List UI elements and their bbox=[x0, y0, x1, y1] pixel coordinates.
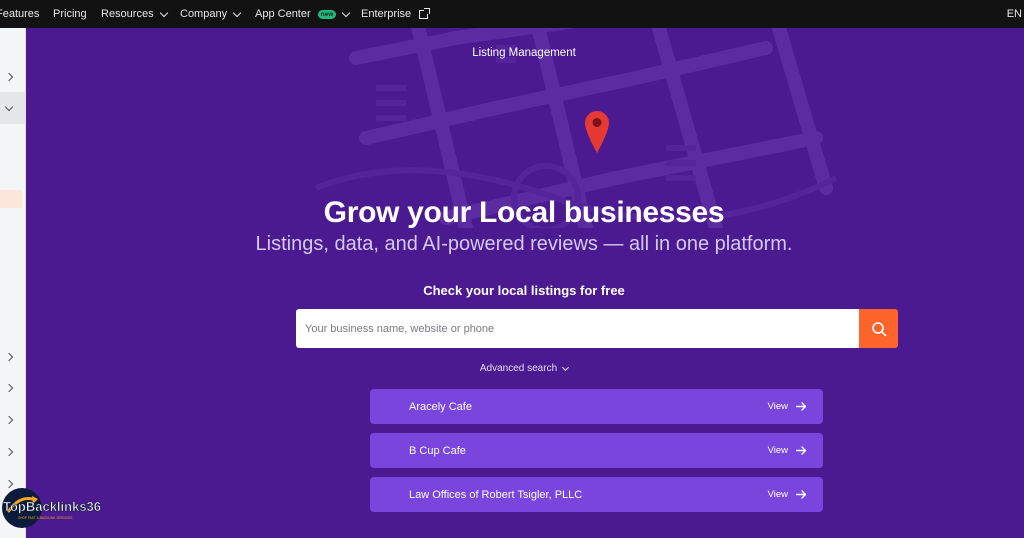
hero-section: Listing Management Grow your Local busin… bbox=[26, 28, 1024, 538]
page-title: Grow your Local businesses bbox=[323, 196, 725, 229]
result-name: Law Offices of Robert Tsigler, PLLC bbox=[409, 488, 583, 501]
map-pin-icon bbox=[585, 111, 609, 153]
advanced-search-toggle[interactable]: Advanced search bbox=[26, 363, 1024, 374]
external-link-icon bbox=[419, 7, 431, 19]
new-badge: new bbox=[317, 9, 337, 19]
sidebar bbox=[0, 28, 26, 538]
sidebar-highlight bbox=[0, 190, 22, 208]
arrow-right-icon bbox=[796, 490, 807, 499]
chevron-down-icon bbox=[562, 363, 570, 371]
search-bar bbox=[296, 309, 898, 348]
svg-text:TopBacklinks360: TopBacklinks360 bbox=[3, 499, 100, 514]
arrow-right-icon bbox=[796, 402, 807, 411]
chevron-down-icon bbox=[342, 8, 351, 17]
view-link[interactable]: View bbox=[768, 489, 807, 500]
chevron-right-icon[interactable] bbox=[4, 352, 14, 362]
nav-features[interactable]: Features bbox=[0, 8, 39, 20]
svg-text:SHOP FAST & BACKLINK SERVICES: SHOP FAST & BACKLINK SERVICES bbox=[18, 516, 72, 520]
page-subtitle: Listings, data, and AI-powered reviews —… bbox=[255, 233, 793, 255]
result-item[interactable]: Law Offices of Robert Tsigler, PLLC View bbox=[370, 477, 823, 512]
result-item[interactable]: Aracely Cafe View bbox=[370, 389, 823, 424]
top-nav: Features Pricing Resources Company App C… bbox=[0, 0, 1024, 28]
arrow-right-icon bbox=[796, 446, 807, 455]
chevron-right-icon[interactable] bbox=[4, 383, 14, 393]
view-link[interactable]: View bbox=[768, 445, 807, 456]
search-icon bbox=[871, 321, 886, 336]
business-search-input[interactable] bbox=[296, 309, 859, 348]
results-list: Aracely Cafe View B Cup Cafe View Law Of… bbox=[370, 389, 823, 521]
sidebar-item-active[interactable] bbox=[0, 92, 26, 124]
nav-enterprise[interactable]: Enterprise bbox=[361, 7, 431, 20]
result-item[interactable]: B Cup Cafe View bbox=[370, 433, 823, 468]
chevron-right-icon[interactable] bbox=[4, 447, 14, 457]
view-link[interactable]: View bbox=[768, 401, 807, 412]
result-name: B Cup Cafe bbox=[409, 444, 466, 457]
watermark-logo: TopBacklinks360 SHOP FAST & BACKLINK SER… bbox=[2, 488, 100, 528]
nav-resources[interactable]: Resources bbox=[101, 8, 168, 20]
chevron-right-icon[interactable] bbox=[4, 72, 14, 82]
nav-app-center[interactable]: App Center new bbox=[255, 8, 351, 20]
chevron-down-icon bbox=[232, 8, 242, 17]
nav-company[interactable]: Company bbox=[180, 8, 242, 20]
result-name: Aracely Cafe bbox=[409, 400, 472, 413]
search-button[interactable] bbox=[859, 309, 898, 348]
nav-pricing[interactable]: Pricing bbox=[53, 8, 87, 20]
search-prompt: Check your local listings for free bbox=[423, 283, 625, 298]
eyebrow-label: Listing Management bbox=[472, 47, 576, 59]
advanced-search-label: Advanced search bbox=[479, 363, 558, 374]
language-selector[interactable]: EN bbox=[1007, 8, 1022, 20]
chevron-right-icon[interactable] bbox=[4, 415, 14, 425]
chevron-down-icon bbox=[159, 8, 168, 17]
